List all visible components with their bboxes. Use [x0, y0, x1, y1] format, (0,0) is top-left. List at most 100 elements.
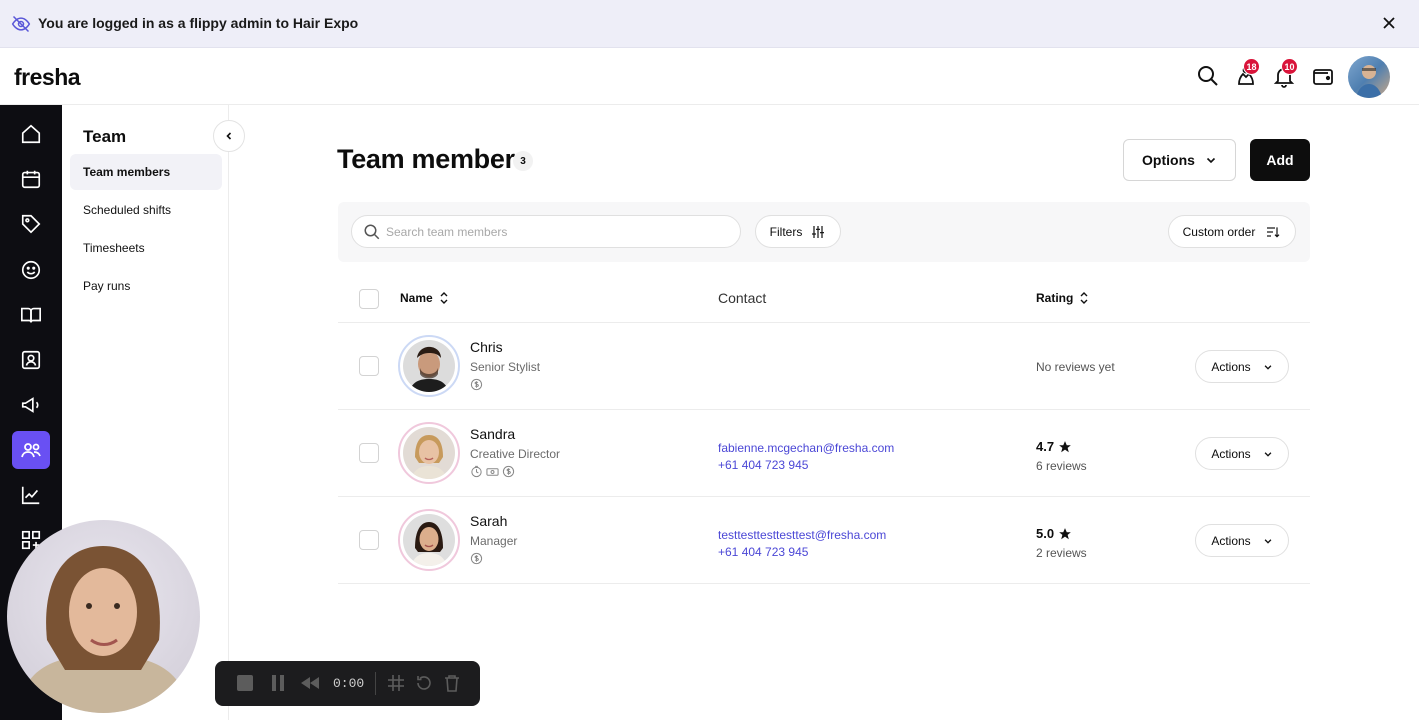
rail-contacts[interactable]	[12, 341, 50, 379]
subnav-item-scheduled-shifts[interactable]: Scheduled shifts	[70, 192, 222, 228]
search-icon[interactable]	[1196, 64, 1220, 88]
options-button[interactable]: Options	[1123, 139, 1236, 181]
column-rating-label: Rating	[1036, 291, 1074, 305]
chevron-down-icon	[1264, 538, 1272, 544]
table-row[interactable]: Sarah Manager testtesttesttesttest@fresh…	[338, 497, 1310, 584]
rewind-icon[interactable]	[300, 674, 320, 692]
notification-badge: 18	[1243, 58, 1260, 75]
rating-number: 5.0	[1036, 526, 1055, 541]
member-service-icons	[470, 378, 483, 391]
rail-clients[interactable]	[12, 251, 50, 289]
select-all-checkbox[interactable]	[359, 289, 379, 309]
member-name[interactable]: Sandra	[470, 426, 515, 442]
row-checkbox[interactable]	[359, 530, 379, 550]
sort-icon	[1267, 226, 1280, 238]
rating-number: 4.7	[1036, 439, 1055, 454]
custom-order-label: Custom order	[1182, 224, 1256, 239]
chevron-down-icon	[1264, 451, 1272, 457]
rail-sales[interactable]	[12, 205, 50, 243]
chart-line-icon	[21, 486, 40, 505]
rail-marketing[interactable]	[12, 386, 50, 424]
fresha-logo[interactable]: fresha	[14, 64, 81, 91]
subnav-item-pay-runs[interactable]: Pay runs	[70, 268, 222, 304]
trash-icon[interactable]	[443, 674, 461, 692]
options-label: Options	[1142, 152, 1195, 168]
member-role: Manager	[470, 534, 518, 548]
member-count-badge: 3	[513, 151, 533, 171]
filters-label: Filters	[769, 224, 803, 239]
table-row[interactable]: Sandra Creative Director fabienne.mcgech…	[338, 410, 1310, 497]
banner-text: You are logged in as a flippy admin to H…	[38, 15, 359, 31]
restart-icon[interactable]	[415, 674, 433, 692]
close-icon[interactable]	[1382, 16, 1396, 30]
actions-button[interactable]: Actions	[1195, 524, 1289, 557]
subnav-item-timesheets[interactable]: Timesheets	[70, 230, 222, 266]
column-header-name[interactable]: Name	[400, 291, 449, 305]
star-icon	[1059, 440, 1071, 452]
row-checkbox[interactable]	[359, 443, 379, 463]
collapse-sidebar-button[interactable]	[213, 120, 245, 152]
chevron-down-icon	[1206, 157, 1216, 164]
stop-icon[interactable]	[236, 674, 254, 692]
dollar-circle-icon	[502, 465, 515, 478]
top-bar: fresha 18 10	[0, 48, 1419, 105]
member-name[interactable]: Chris	[470, 339, 503, 355]
rail-home[interactable]	[12, 115, 50, 153]
actions-button[interactable]: Actions	[1195, 437, 1289, 470]
search-icon	[364, 224, 380, 240]
member-phone-link[interactable]: +61 404 723 945	[718, 545, 808, 559]
member-role: Creative Director	[470, 447, 561, 461]
search-input[interactable]	[386, 216, 731, 247]
member-phone-link[interactable]: +61 404 723 945	[718, 458, 808, 472]
member-name[interactable]: Sarah	[470, 513, 507, 529]
smiley-icon	[21, 260, 41, 280]
avatar	[398, 509, 460, 571]
wallet-icon[interactable]	[1311, 64, 1335, 88]
actions-label: Actions	[1211, 446, 1251, 461]
recording-controls: 0:00	[215, 661, 480, 706]
user-avatar[interactable]	[1348, 56, 1390, 98]
member-role: Senior Stylist	[470, 360, 541, 374]
table-row[interactable]: Chris Senior Stylist No reviews yet Acti…	[338, 323, 1310, 410]
column-header-contact: Contact	[718, 290, 766, 306]
filters-button[interactable]: Filters	[755, 215, 841, 248]
star-icon	[1059, 527, 1071, 539]
sort-arrows-icon	[1080, 292, 1088, 304]
rating-value: 5.0	[1036, 526, 1072, 541]
custom-order-button[interactable]: Custom order	[1168, 215, 1296, 248]
chevron-down-icon	[1264, 364, 1272, 370]
dollar-circle-icon	[470, 552, 483, 565]
eye-slash-icon	[11, 15, 31, 33]
subnav-item-team-members[interactable]: Team members	[70, 154, 222, 190]
member-service-icons	[470, 465, 515, 478]
rating-value: 4.7	[1036, 439, 1072, 454]
column-header-rating[interactable]: Rating	[1036, 291, 1089, 305]
rail-team[interactable]	[12, 431, 50, 469]
add-button[interactable]: Add	[1250, 139, 1310, 181]
rail-reports[interactable]	[12, 476, 50, 514]
column-contact-label: Contact	[718, 290, 767, 306]
member-service-icons	[470, 552, 483, 565]
notifications-button-2[interactable]: 10	[1272, 58, 1298, 88]
subnav-title: Team	[83, 127, 127, 146]
pause-icon[interactable]	[269, 674, 287, 692]
grid-icon[interactable]	[387, 674, 405, 692]
dollar-circle-icon	[470, 378, 483, 391]
actions-label: Actions	[1211, 359, 1251, 374]
notifications-button-1[interactable]: 18	[1234, 58, 1260, 88]
webcam-overlay[interactable]	[7, 520, 200, 713]
filter-bar: Filters Custom order	[338, 202, 1310, 262]
member-email-link[interactable]: testtesttesttesttest@fresha.com	[718, 528, 886, 542]
row-checkbox[interactable]	[359, 356, 379, 376]
book-icon	[21, 307, 41, 323]
actions-button[interactable]: Actions	[1195, 350, 1289, 383]
avatar	[398, 422, 460, 484]
admin-banner: You are logged in as a flippy admin to H…	[0, 0, 1419, 48]
contact-card-icon	[21, 350, 41, 370]
home-icon	[21, 124, 41, 144]
member-email-link[interactable]: fabienne.mcgechan@fresha.com	[718, 441, 894, 455]
search-box	[351, 215, 741, 248]
sliders-icon	[812, 225, 825, 238]
rail-calendar[interactable]	[12, 160, 50, 198]
rail-catalog[interactable]	[12, 296, 50, 334]
